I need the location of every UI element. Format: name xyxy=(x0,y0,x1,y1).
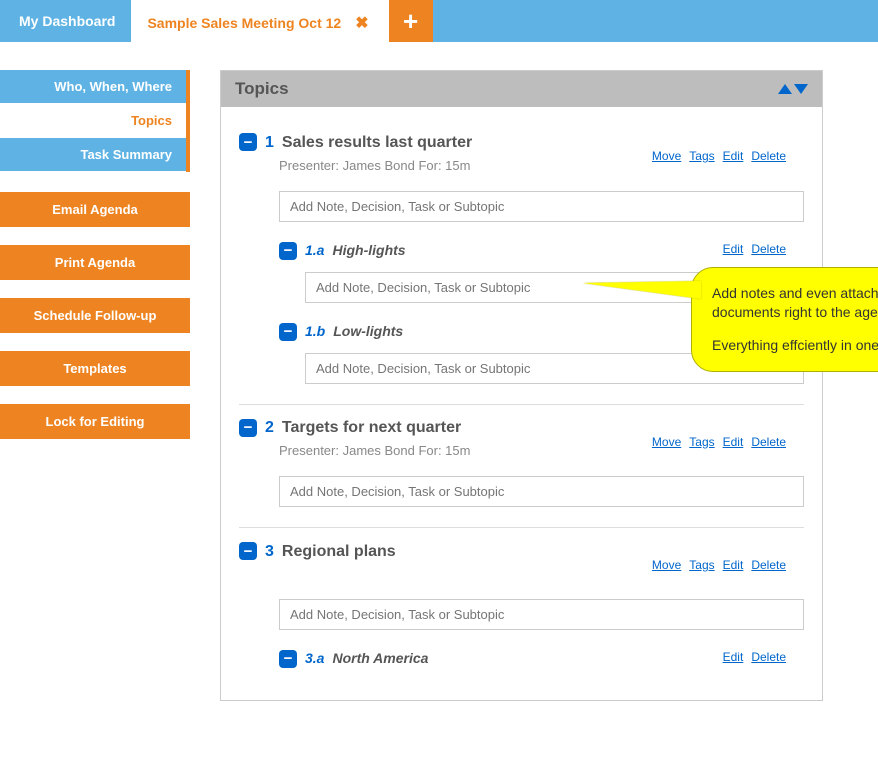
topics-panel: Topics − 1 Sales results last quarter Pr… xyxy=(220,70,823,701)
move-link[interactable]: Move xyxy=(652,558,681,572)
delete-link[interactable]: Delete xyxy=(751,558,786,572)
templates-button[interactable]: Templates xyxy=(0,351,190,386)
callout-tooltip: Add notes and even attach documents righ… xyxy=(691,267,878,372)
button-label: Print Agenda xyxy=(55,255,135,270)
edit-link[interactable]: Edit xyxy=(723,242,744,256)
tab-dashboard[interactable]: My Dashboard xyxy=(3,0,131,42)
sidebar-item-task-summary[interactable]: Task Summary xyxy=(0,138,186,172)
collapse-icon[interactable]: − xyxy=(279,323,297,341)
schedule-followup-button[interactable]: Schedule Follow-up xyxy=(0,298,190,333)
sidebar-item-label: Topics xyxy=(131,113,172,128)
sidebar: Who, When, Where Topics Task Summary Ema… xyxy=(0,70,190,457)
add-note-input[interactable] xyxy=(279,599,804,630)
delete-link[interactable]: Delete xyxy=(751,435,786,449)
tab-meeting[interactable]: Sample Sales Meeting Oct 12 ✖ xyxy=(131,0,388,42)
topic-title: Targets for next quarter xyxy=(282,419,461,437)
delete-link[interactable]: Delete xyxy=(751,650,786,664)
add-note-input[interactable] xyxy=(279,191,804,222)
add-tab-button[interactable]: + xyxy=(389,0,433,42)
topic-number: 1 xyxy=(265,134,274,152)
subtopic-title: Low-lights xyxy=(333,323,403,339)
tags-link[interactable]: Tags xyxy=(689,558,714,572)
button-label: Lock for Editing xyxy=(46,414,145,429)
topic-number: 2 xyxy=(265,419,274,437)
collapse-down-icon[interactable] xyxy=(794,84,808,94)
tags-link[interactable]: Tags xyxy=(689,149,714,163)
subtopic-number: 1.b xyxy=(305,323,325,339)
sidebar-item-who-when-where[interactable]: Who, When, Where xyxy=(0,70,186,104)
collapse-up-icon[interactable] xyxy=(778,84,792,94)
callout-text-1: Add notes and even attach documents righ… xyxy=(712,284,878,322)
topic-row: − 2 Targets for next quarter Presenter: … xyxy=(239,405,804,529)
delete-link[interactable]: Delete xyxy=(751,242,786,256)
tags-link[interactable]: Tags xyxy=(689,435,714,449)
add-note-input[interactable] xyxy=(279,476,804,507)
button-label: Schedule Follow-up xyxy=(34,308,157,323)
collapse-icon[interactable]: − xyxy=(239,419,257,437)
top-tab-bar: My Dashboard Sample Sales Meeting Oct 12… xyxy=(0,0,878,42)
lock-for-editing-button[interactable]: Lock for Editing xyxy=(0,404,190,439)
panel-title: Topics xyxy=(235,79,289,99)
side-nav: Who, When, Where Topics Task Summary xyxy=(0,70,190,172)
subtopic-number: 3.a xyxy=(305,650,324,666)
panel-header: Topics xyxy=(221,71,822,107)
print-agenda-button[interactable]: Print Agenda xyxy=(0,245,190,280)
edit-link[interactable]: Edit xyxy=(723,435,744,449)
sidebar-item-topics[interactable]: Topics xyxy=(0,104,186,138)
move-link[interactable]: Move xyxy=(652,435,681,449)
topic-title: Regional plans xyxy=(282,543,396,561)
button-label: Templates xyxy=(63,361,126,376)
callout-pointer-icon xyxy=(583,281,701,299)
sidebar-item-label: Task Summary xyxy=(80,147,172,162)
sidebar-item-label: Who, When, Where xyxy=(54,79,172,94)
edit-link[interactable]: Edit xyxy=(723,650,744,664)
subtopic-row: − 3.a North America Edit Delete xyxy=(279,650,804,668)
callout-text-2: Everything effciently in one place. xyxy=(712,336,878,355)
topic-number: 3 xyxy=(265,543,274,561)
subtopic-title: North America xyxy=(332,650,428,666)
topic-title: Sales results last quarter xyxy=(282,134,472,152)
tab-meeting-label: Sample Sales Meeting Oct 12 xyxy=(147,15,341,31)
plus-icon: + xyxy=(403,6,418,37)
collapse-icon[interactable]: − xyxy=(279,650,297,668)
collapse-icon[interactable]: − xyxy=(239,542,257,560)
collapse-icon[interactable]: − xyxy=(279,242,297,260)
topic-row: − 3 Regional plans Move Tags Edit Delete… xyxy=(239,528,804,688)
edit-link[interactable]: Edit xyxy=(723,558,744,572)
close-icon[interactable]: ✖ xyxy=(351,13,372,33)
edit-link[interactable]: Edit xyxy=(723,149,744,163)
button-label: Email Agenda xyxy=(52,202,137,217)
delete-link[interactable]: Delete xyxy=(751,149,786,163)
move-link[interactable]: Move xyxy=(652,149,681,163)
collapse-icon[interactable]: − xyxy=(239,133,257,151)
tab-dashboard-label: My Dashboard xyxy=(19,13,115,29)
subtopic-number: 1.a xyxy=(305,242,324,258)
subtopic-title: High-lights xyxy=(332,242,405,258)
email-agenda-button[interactable]: Email Agenda xyxy=(0,192,190,227)
